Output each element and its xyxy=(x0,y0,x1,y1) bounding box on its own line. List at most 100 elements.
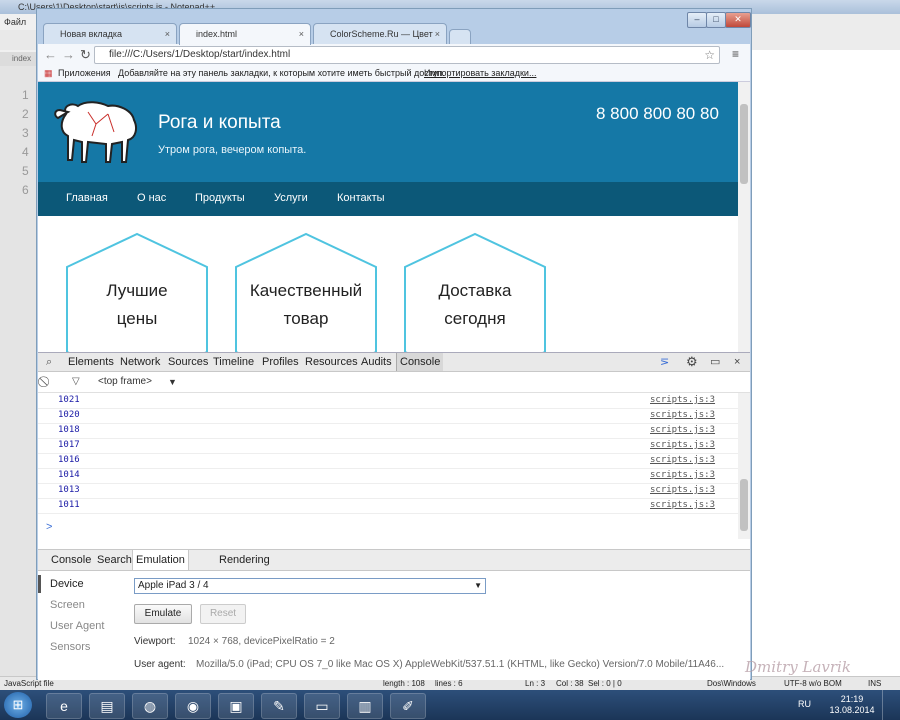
console-source-link[interactable]: scripts.js:3 xyxy=(650,483,715,498)
tab-profiles[interactable]: Profiles xyxy=(262,353,299,371)
language-indicator[interactable]: RU xyxy=(798,699,811,709)
apps-icon[interactable]: ▦ xyxy=(44,66,53,81)
site-header: Рога и копыта Утром рога, вечером копыта… xyxy=(38,82,738,182)
console-scrollbar[interactable] xyxy=(738,393,750,539)
notepad-gutter: 1 2 3 4 5 6 xyxy=(0,66,36,676)
console-scrollbar-thumb[interactable] xyxy=(740,479,748,531)
line-number: 1 xyxy=(22,88,29,102)
reset-button[interactable]: Reset xyxy=(200,604,246,624)
tab-elements[interactable]: Elements xyxy=(68,353,114,371)
clock-date: 13.08.2014 xyxy=(829,705,875,715)
emulate-button[interactable]: Emulate xyxy=(134,604,192,624)
browser-tab[interactable]: ColorScheme.Ru — Цвет × xyxy=(313,23,447,45)
drawer-tab-console[interactable]: Console xyxy=(48,550,94,570)
browser-tab-active[interactable]: index.html × xyxy=(179,23,311,45)
feature-line: цены xyxy=(116,309,158,328)
close-window-button[interactable]: ✕ xyxy=(725,12,751,28)
menu-icon[interactable]: ≡ xyxy=(732,47,739,61)
sidebar-item-screen[interactable]: Screen xyxy=(50,599,85,611)
page-scrollbar[interactable] xyxy=(738,82,750,352)
minimize-button[interactable]: – xyxy=(687,12,707,28)
nav-item-services[interactable]: Услуги xyxy=(274,192,308,204)
close-tab-icon[interactable]: × xyxy=(165,24,170,44)
maximize-button[interactable]: □ xyxy=(706,12,726,28)
close-devtools-icon[interactable]: × xyxy=(734,353,740,371)
page-scrollbar-thumb[interactable] xyxy=(740,104,748,184)
nav-item-products[interactable]: Продукты xyxy=(195,192,245,204)
start-button[interactable]: ⊞ xyxy=(4,692,32,718)
console-source-link[interactable]: scripts.js:3 xyxy=(650,423,715,438)
console-value: 1011 xyxy=(58,500,80,510)
device-select[interactable]: Apple iPad 3 / 4 ▼ xyxy=(134,578,486,594)
drawer-tabs: Console Search Emulation Rendering xyxy=(38,549,750,571)
console-value: 1016 xyxy=(58,455,80,465)
firefox-icon[interactable]: ◍ xyxy=(132,693,168,719)
back-icon[interactable]: ← xyxy=(44,47,57,62)
chrome-icon[interactable]: ◉ xyxy=(175,693,211,719)
console-row: 1021 scripts.js:3 xyxy=(38,393,750,409)
system-clock[interactable]: 21:19 13.08.2014 xyxy=(828,694,876,716)
nav-item-about[interactable]: О нас xyxy=(137,192,166,204)
tab-timeline[interactable]: Timeline xyxy=(213,353,254,371)
import-bookmarks-link[interactable]: Импортировать закладки... xyxy=(424,66,536,81)
console-source-link[interactable]: scripts.js:3 xyxy=(650,408,715,423)
new-tab-button[interactable] xyxy=(449,29,471,45)
browser-toolbar: ← → ↻ file:///C:/Users/1/Desktop/start/i… xyxy=(38,44,750,66)
chevron-down-icon[interactable]: ▼ xyxy=(168,372,177,392)
sidebar-item-sensors[interactable]: Sensors xyxy=(50,641,90,653)
line-number: 3 xyxy=(22,126,29,140)
frame-select[interactable]: <top frame> xyxy=(98,372,152,392)
notepad-tab[interactable]: index xyxy=(0,52,36,66)
drawer-tab-search[interactable]: Search xyxy=(94,550,135,570)
tab-audits[interactable]: Audits xyxy=(361,353,392,371)
browser-tab[interactable]: Новая вкладка × xyxy=(43,23,177,45)
star-icon[interactable]: ☆ xyxy=(704,47,715,63)
console-value: 1018 xyxy=(58,425,80,435)
app-icon[interactable]: ▣ xyxy=(218,693,254,719)
drawer-toggle-icon[interactable]: ⋝ xyxy=(660,353,669,371)
gear-icon[interactable]: ⚙ xyxy=(686,353,698,371)
sidebar-item-device[interactable]: Device xyxy=(50,578,84,590)
chevron-down-icon: ▼ xyxy=(474,581,482,590)
nav-item-home[interactable]: Главная xyxy=(66,192,108,204)
console-source-link[interactable]: scripts.js:3 xyxy=(650,438,715,453)
console-source-link[interactable]: scripts.js:3 xyxy=(650,453,715,468)
reload-icon[interactable]: ↻ xyxy=(80,47,91,63)
console-row: 1020 scripts.js:3 xyxy=(38,408,750,424)
notepad-menu-file[interactable]: Файл xyxy=(0,14,40,30)
tab-sources[interactable]: Sources xyxy=(168,353,208,371)
folder-icon[interactable]: ▭ xyxy=(304,693,340,719)
close-tab-icon[interactable]: × xyxy=(435,24,440,44)
clock-time: 21:19 xyxy=(840,694,864,704)
drawer-tab-rendering[interactable]: Rendering xyxy=(216,550,273,570)
dock-icon[interactable]: ▭ xyxy=(710,353,720,371)
paint-icon[interactable]: ✎ xyxy=(261,693,297,719)
notepad-toolbar xyxy=(0,30,36,50)
tab-resources[interactable]: Resources xyxy=(305,353,358,371)
console-source-link[interactable]: scripts.js:3 xyxy=(650,498,715,513)
console-source-link[interactable]: scripts.js:3 xyxy=(650,393,715,408)
filter-icon[interactable]: ▽ xyxy=(72,372,80,392)
search-icon[interactable]: ⌕ xyxy=(46,353,52,371)
notepad-editor-area[interactable] xyxy=(752,14,900,676)
notepadpp-icon[interactable]: ✐ xyxy=(390,693,426,719)
sidebar-item-user-agent[interactable]: User Agent xyxy=(50,620,104,632)
ie-icon[interactable]: e xyxy=(46,693,82,719)
bookmarks-apps[interactable]: Приложения xyxy=(58,66,111,81)
address-bar[interactable]: file:///C:/Users/1/Desktop/start/index.h… xyxy=(94,46,720,64)
drawer-tab-emulation[interactable]: Emulation xyxy=(132,550,189,570)
site-title: Рога и копыта xyxy=(158,112,281,133)
nav-item-contacts[interactable]: Контакты xyxy=(337,192,385,204)
device-select-value: Apple iPad 3 / 4 xyxy=(138,580,209,591)
tab-label: ColorScheme.Ru — Цвет xyxy=(330,29,433,39)
close-tab-icon[interactable]: × xyxy=(299,24,304,44)
forward-icon[interactable]: → xyxy=(62,47,75,62)
tab-console[interactable]: Console xyxy=(396,353,444,371)
page-viewport[interactable]: Рога и копыта Утром рога, вечером копыта… xyxy=(38,82,750,352)
chart-app-icon[interactable]: ▥ xyxy=(347,693,383,719)
console-source-link[interactable]: scripts.js:3 xyxy=(650,468,715,483)
explorer-icon[interactable]: ▤ xyxy=(89,693,125,719)
console-prompt[interactable]: > xyxy=(46,521,52,533)
tab-network[interactable]: Network xyxy=(120,353,160,371)
show-desktop-button[interactable] xyxy=(882,690,900,720)
